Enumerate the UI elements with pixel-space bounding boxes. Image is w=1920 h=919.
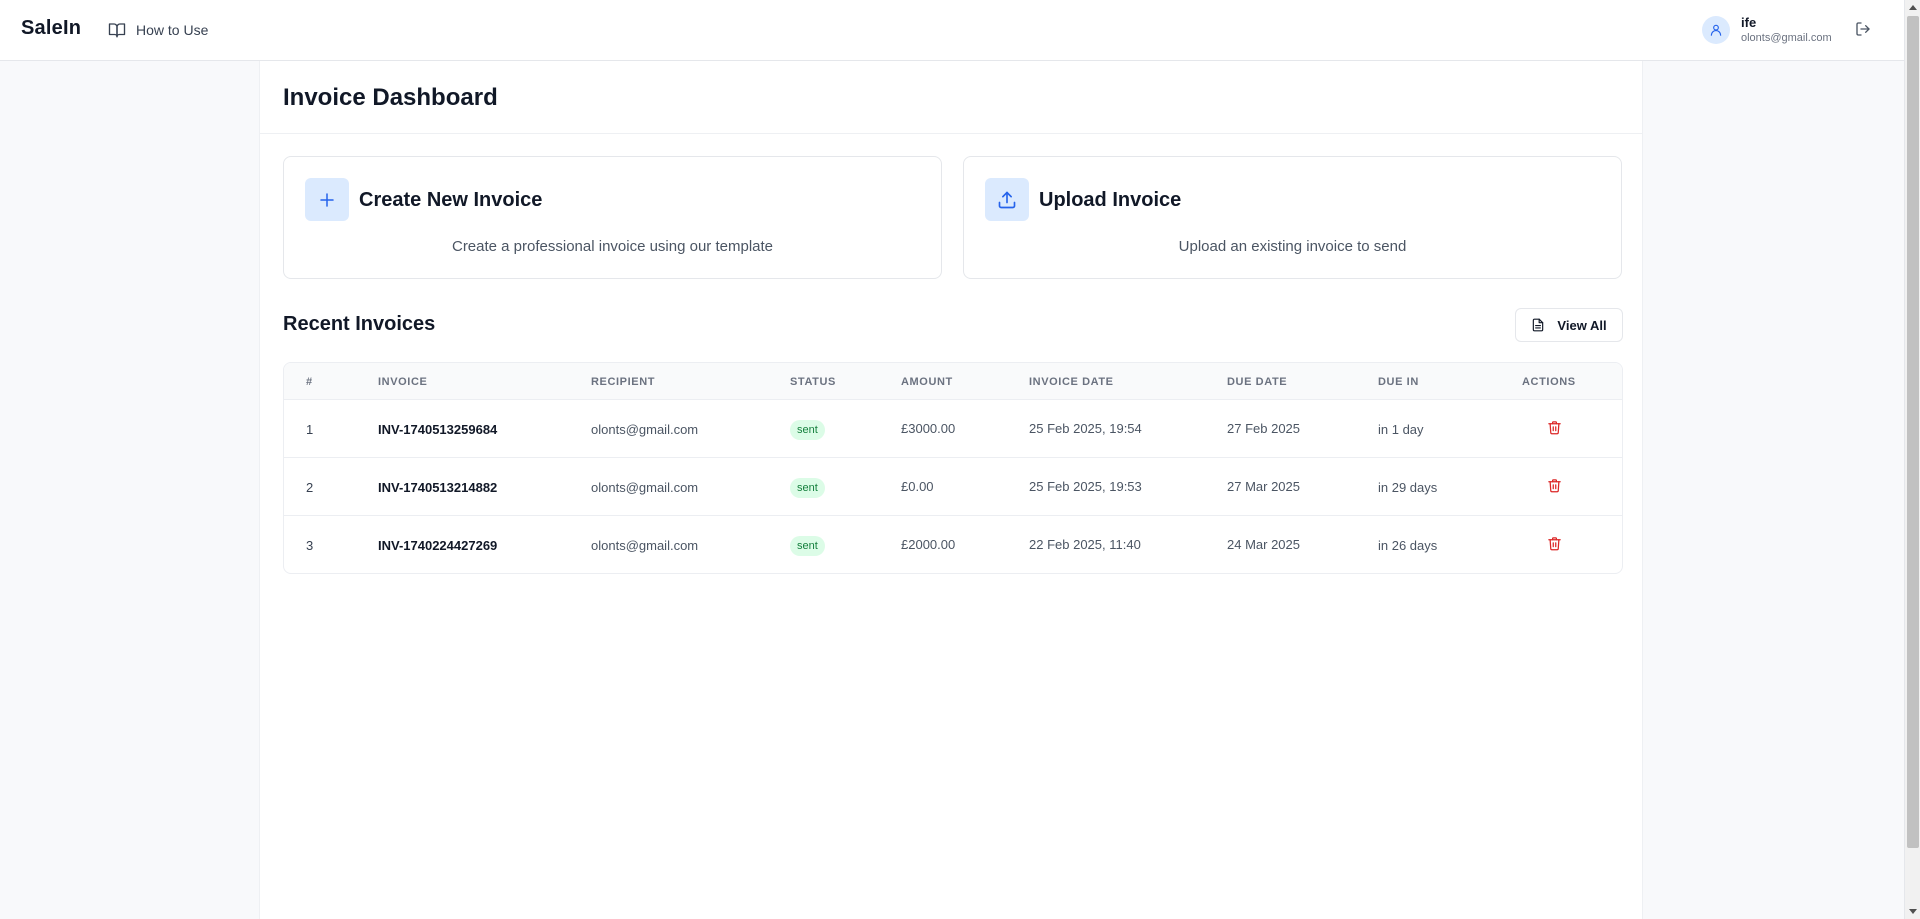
status-badge: sent: [790, 536, 825, 556]
due-date: 27 Mar 2025: [1227, 479, 1300, 494]
page-header: Invoice Dashboard: [260, 61, 1642, 134]
delete-invoice-button[interactable]: [1547, 420, 1563, 436]
invoices-table: # INVOICE RECIPIENT STATUS AMOUNT INVOIC…: [283, 362, 1623, 574]
avatar[interactable]: [1702, 16, 1730, 44]
row-number: 1: [306, 422, 314, 437]
trash-icon: [1547, 420, 1562, 436]
column-header-invoice: INVOICE: [378, 376, 428, 388]
due-in: in 1 day: [1378, 422, 1424, 437]
row-number: 2: [306, 480, 314, 495]
scroll-down-arrow-icon[interactable]: [1909, 909, 1917, 914]
main-content: Invoice Dashboard Create New Invoice Cre…: [259, 61, 1643, 919]
upload-invoice-description: Upload an existing invoice to send: [1178, 238, 1407, 255]
column-header-amount: AMOUNT: [901, 376, 953, 388]
invoice-date: 25 Feb 2025, 19:54: [1029, 421, 1142, 436]
status-badge: sent: [790, 420, 825, 440]
recipient-email: olonts@gmail.com: [591, 538, 699, 553]
document-icon: [1531, 318, 1545, 332]
logout-icon: [1855, 21, 1871, 39]
invoice-id[interactable]: INV-1740224427269: [378, 538, 497, 553]
how-to-use-link[interactable]: How to Use: [108, 18, 208, 42]
amount: £3000.00: [901, 421, 956, 436]
recipient-email: olonts@gmail.com: [591, 480, 699, 495]
create-invoice-title: Create New Invoice: [359, 189, 543, 211]
create-invoice-description: Create a professional invoice using our …: [451, 238, 773, 255]
amount: £2000.00: [901, 537, 956, 552]
column-header-recipient: RECIPIENT: [591, 376, 656, 388]
column-header-due-date: DUE DATE: [1227, 376, 1288, 388]
due-in: in 26 days: [1378, 538, 1438, 553]
user-email: olonts@gmail.com: [1741, 32, 1832, 44]
invoice-id[interactable]: INV-1740513214882: [378, 480, 497, 495]
due-in: in 29 days: [1378, 480, 1438, 495]
upload-invoice-card[interactable]: Upload Invoice Upload an existing invoic…: [963, 156, 1622, 279]
scroll-up-arrow-icon[interactable]: [1909, 5, 1917, 10]
vertical-scrollbar[interactable]: [1904, 0, 1920, 919]
column-header-number: #: [306, 376, 313, 388]
table-row[interactable]: 3 INV-1740224427269 olonts@gmail.com sen…: [284, 516, 1622, 573]
trash-icon: [1547, 478, 1562, 494]
how-to-use-label: How to Use: [136, 22, 209, 38]
due-date: 27 Feb 2025: [1227, 421, 1301, 436]
view-all-label: View All: [1557, 317, 1607, 333]
recent-invoices-title: Recent Invoices: [283, 313, 436, 335]
status-badge: sent: [790, 478, 825, 498]
book-open-icon: [108, 21, 126, 39]
view-all-button[interactable]: View All: [1515, 308, 1623, 342]
user-icon: [1709, 23, 1723, 37]
table-row[interactable]: 2 INV-1740513214882 olonts@gmail.com sen…: [284, 458, 1622, 516]
column-header-due-in: DUE IN: [1378, 376, 1419, 388]
recipient-email: olonts@gmail.com: [591, 422, 699, 437]
amount: £0.00: [901, 479, 934, 494]
invoice-date: 22 Feb 2025, 11:40: [1029, 537, 1141, 552]
user-name: ife: [1741, 15, 1757, 30]
column-header-status: STATUS: [790, 376, 836, 388]
column-header-invoice-date: INVOICE DATE: [1029, 376, 1114, 388]
upload-invoice-title: Upload Invoice: [1039, 189, 1182, 211]
create-invoice-card[interactable]: Create New Invoice Create a professional…: [283, 156, 942, 279]
column-header-actions: ACTIONS: [1522, 376, 1576, 388]
trash-icon: [1547, 536, 1562, 552]
due-date: 24 Mar 2025: [1227, 537, 1300, 552]
plus-icon: [305, 178, 349, 221]
upload-icon: [985, 178, 1029, 221]
delete-invoice-button[interactable]: [1547, 536, 1563, 552]
row-number: 3: [306, 538, 314, 553]
scrollbar-thumb[interactable]: [1907, 16, 1919, 848]
page-title: Invoice Dashboard: [283, 84, 498, 111]
table-row[interactable]: 1 INV-1740513259684 olonts@gmail.com sen…: [284, 400, 1622, 458]
brand-logo[interactable]: SaleIn: [21, 17, 81, 40]
user-info: ife olonts@gmail.com: [1741, 15, 1832, 46]
table-header: # INVOICE RECIPIENT STATUS AMOUNT INVOIC…: [284, 363, 1622, 400]
invoice-id[interactable]: INV-1740513259684: [378, 422, 497, 437]
delete-invoice-button[interactable]: [1547, 478, 1563, 494]
invoice-date: 25 Feb 2025, 19:53: [1029, 479, 1142, 494]
logout-button[interactable]: [1855, 21, 1873, 39]
top-navbar: SaleIn How to Use ife olonts@gmail.com: [0, 0, 1904, 61]
